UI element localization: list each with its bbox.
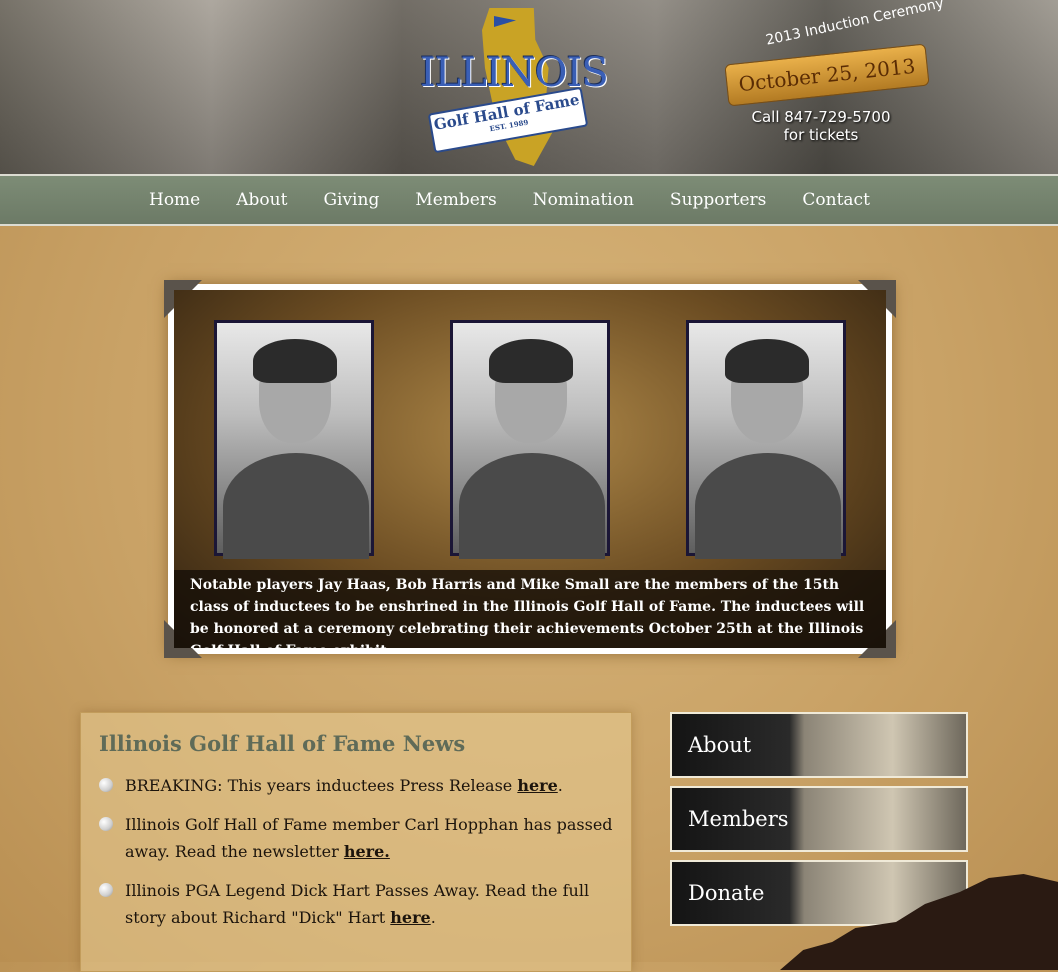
nav-giving[interactable]: Giving [305, 176, 397, 224]
side-members-button[interactable]: Members [670, 786, 968, 852]
nav-nomination[interactable]: Nomination [515, 176, 652, 224]
news-panel: Illinois Golf Hall of Fame News BREAKING… [80, 712, 632, 972]
nav-home[interactable]: Home [131, 176, 218, 224]
site-header: ILLINOIS Golf Hall of Fame EST. 1989 201… [0, 0, 1058, 174]
inductee-portrait [686, 320, 846, 559]
event-tickets-line: for tickets [783, 126, 859, 144]
side-members-label: Members [688, 807, 789, 831]
side-about-button[interactable]: About [670, 712, 968, 778]
bullet-icon [99, 778, 113, 792]
main-nav: Home About Giving Members Nomination Sup… [0, 174, 1058, 226]
nav-contact[interactable]: Contact [784, 176, 888, 224]
news-title: Illinois Golf Hall of Fame News [99, 731, 466, 756]
news-link[interactable]: here [517, 776, 557, 795]
event-phone-line: Call 847-729-5700 [751, 108, 891, 126]
news-item: Illinois PGA Legend Dick Hart Passes Awa… [99, 877, 613, 931]
slide-image: Notable players Jay Haas, Bob Harris and… [174, 290, 886, 648]
bullet-icon [99, 817, 113, 831]
slide-caption: Notable players Jay Haas, Bob Harris and… [174, 570, 886, 648]
slideshow-frame[interactable]: Notable players Jay Haas, Bob Harris and… [164, 280, 896, 658]
side-about-label: About [688, 733, 752, 757]
news-item: Illinois Golf Hall of Fame member Carl H… [99, 811, 613, 865]
inductee-portrait [450, 320, 610, 559]
event-phone: Call 847-729-5700 for tickets [746, 108, 896, 144]
news-item: BREAKING: This years inductees Press Rel… [99, 772, 613, 799]
news-link[interactable]: here [390, 908, 430, 927]
nav-members[interactable]: Members [397, 176, 514, 224]
nav-about[interactable]: About [218, 176, 305, 224]
side-donate-label: Donate [688, 881, 765, 905]
nav-supporters[interactable]: Supporters [652, 176, 784, 224]
bullet-icon [99, 883, 113, 897]
news-link[interactable]: here. [344, 842, 390, 861]
inductee-portrait [214, 320, 374, 559]
